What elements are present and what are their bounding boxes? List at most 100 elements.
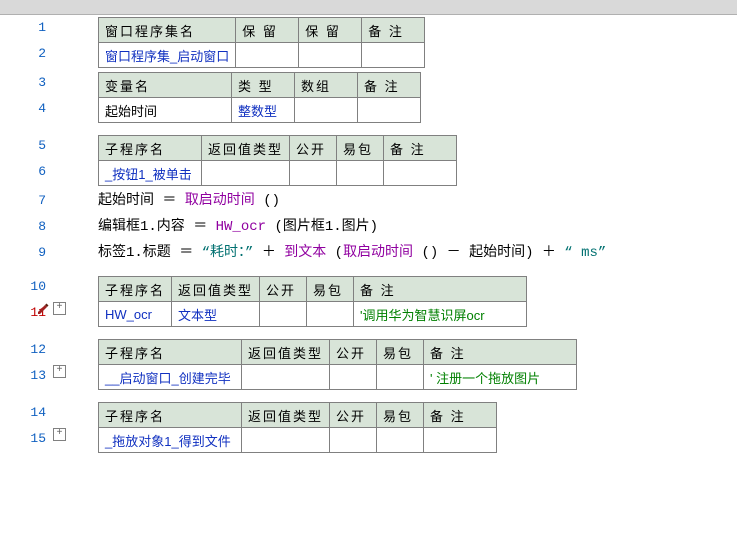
col-remark: 备 注 <box>424 340 577 365</box>
equals-op: ＝ <box>162 193 176 209</box>
equals-op: ＝ <box>193 219 207 235</box>
line-number: 13 + <box>0 363 70 389</box>
plus-op: ＋ <box>253 245 284 261</box>
col-remark: 备 注 <box>362 18 425 43</box>
string-literal: “ ms” <box>564 245 606 261</box>
table-row[interactable]: 窗口程序集_启动窗口 <box>99 43 425 68</box>
cell[interactable] <box>290 161 337 186</box>
code-editor[interactable]: 1 2 窗口程序集名 保 留 保 留 备 注 窗口程序集_启动窗口 <box>0 15 737 535</box>
subroutine-table[interactable]: 子程序名 返回值类型 公开 易包 备 注 HW_ocr 文本型 '调用华为智慧识… <box>98 276 527 327</box>
sub-name-cell[interactable]: _拖放对象1_得到文件 <box>99 428 242 453</box>
code-token: ( <box>326 245 343 261</box>
cell[interactable] <box>377 428 424 453</box>
func-call: 取启动时间 <box>185 193 255 209</box>
code-line[interactable]: 起始时间 ＝ 取启动时间 () <box>70 188 737 214</box>
col-remark: 备 注 <box>358 73 421 98</box>
col-sub-name: 子程序名 <box>99 277 172 302</box>
table-row[interactable]: HW_ocr 文本型 '调用华为智慧识屏ocr <box>99 302 527 327</box>
cell[interactable] <box>362 43 425 68</box>
code-token <box>176 193 184 209</box>
cell[interactable] <box>242 428 330 453</box>
line-number: 8 <box>0 214 70 240</box>
cell[interactable] <box>202 161 290 186</box>
toolbar <box>0 0 737 15</box>
col-array: 数组 <box>295 73 358 98</box>
sub-name-cell[interactable]: _按钮1_被单击 <box>99 161 202 186</box>
col-var-name: 变量名 <box>99 73 232 98</box>
expand-toggle[interactable]: + <box>53 428 66 441</box>
code-token <box>193 245 201 261</box>
assembly-name-cell[interactable]: 窗口程序集_启动窗口 <box>99 43 236 68</box>
cell[interactable] <box>358 98 421 123</box>
col-type: 类 型 <box>232 73 295 98</box>
line-number: 10 <box>0 274 70 300</box>
subroutine-table[interactable]: 子程序名 返回值类型 公开 易包 备 注 _按钮1_被单击 <box>98 135 457 186</box>
remark-cell[interactable]: ' 注册一个拖放图片 <box>424 365 577 390</box>
cell[interactable] <box>295 98 358 123</box>
cell[interactable] <box>384 161 457 186</box>
cell[interactable] <box>337 161 384 186</box>
sub-name-cell[interactable]: HW_ocr <box>99 302 172 327</box>
cell[interactable] <box>299 43 362 68</box>
code-line[interactable]: 编辑框1.内容 ＝ HW_ocr (图片框1.图片) <box>70 214 737 240</box>
code-token: () <box>255 193 280 209</box>
subroutine-table[interactable]: 子程序名 返回值类型 公开 易包 备 注 _拖放对象1_得到文件 <box>98 402 497 453</box>
line-number: 5 <box>0 133 70 159</box>
col-public: 公开 <box>330 340 377 365</box>
cell[interactable] <box>330 428 377 453</box>
table-row[interactable]: _按钮1_被单击 <box>99 161 457 186</box>
col-sub-name: 子程序名 <box>99 403 242 428</box>
code-token: 编辑框1.内容 <box>98 219 193 235</box>
return-type-cell[interactable]: 文本型 <box>172 302 260 327</box>
func-call: 到文本 <box>284 245 326 261</box>
cell[interactable] <box>242 365 330 390</box>
table-row[interactable]: 起始时间 整数型 <box>99 98 421 123</box>
line-number: 9 <box>0 240 70 266</box>
cell[interactable] <box>424 428 497 453</box>
line-number: 6 <box>0 159 70 185</box>
cell[interactable] <box>260 302 307 327</box>
cell[interactable] <box>377 365 424 390</box>
line-number: 14 <box>0 400 70 426</box>
col-assembly-name: 窗口程序集名 <box>99 18 236 43</box>
col-return-type: 返回值类型 <box>242 340 330 365</box>
var-name-cell[interactable]: 起始时间 <box>99 98 232 123</box>
cell[interactable] <box>330 365 377 390</box>
code-token <box>207 219 215 235</box>
variable-table[interactable]: 变量名 类 型 数组 备 注 起始时间 整数型 <box>98 72 421 123</box>
expand-toggle[interactable]: + <box>53 302 66 315</box>
cell[interactable] <box>236 43 299 68</box>
remark-cell[interactable]: '调用华为智慧识屏ocr <box>354 302 527 327</box>
expand-toggle[interactable]: + <box>53 365 66 378</box>
col-public: 公开 <box>260 277 307 302</box>
cell[interactable] <box>307 302 354 327</box>
code-line[interactable]: 标签1.标题 ＝ “耗时：” ＋ 到文本 (取启动时间 () － 起始时间) ＋… <box>70 240 737 266</box>
col-easypkg: 易包 <box>337 136 384 161</box>
line-number: 15 + <box>0 426 70 452</box>
line-number: 3 <box>0 70 70 96</box>
code-token: 标签1.标题 <box>98 245 179 261</box>
col-easypkg: 易包 <box>377 403 424 428</box>
col-sub-name: 子程序名 <box>99 340 242 365</box>
equals-op: ＝ <box>179 245 193 261</box>
func-call: HW_ocr <box>216 219 266 235</box>
col-return-type: 返回值类型 <box>202 136 290 161</box>
col-easypkg: 易包 <box>307 277 354 302</box>
col-reserved-1: 保 留 <box>236 18 299 43</box>
table-row[interactable]: __启动窗口_创建完毕 ' 注册一个拖放图片 <box>99 365 577 390</box>
table-row[interactable]: _拖放对象1_得到文件 <box>99 428 497 453</box>
col-sub-name: 子程序名 <box>99 136 202 161</box>
func-call: 取启动时间 <box>343 245 413 261</box>
edit-marker-icon <box>36 302 50 316</box>
var-type-cell[interactable]: 整数型 <box>232 98 295 123</box>
assembly-table[interactable]: 窗口程序集名 保 留 保 留 备 注 窗口程序集_启动窗口 <box>98 17 425 68</box>
code-token: (图片框1.图片) <box>266 219 378 235</box>
code-token: () － 起始时间) ＋ <box>413 245 564 261</box>
col-return-type: 返回值类型 <box>242 403 330 428</box>
line-number-current: 11 + <box>0 300 70 326</box>
sub-name-cell[interactable]: __启动窗口_创建完毕 <box>99 365 242 390</box>
col-remark: 备 注 <box>384 136 457 161</box>
code-token: 起始时间 <box>98 193 162 209</box>
col-public: 公开 <box>290 136 337 161</box>
subroutine-table[interactable]: 子程序名 返回值类型 公开 易包 备 注 __启动窗口_创建完毕 ' 注册一个拖… <box>98 339 577 390</box>
